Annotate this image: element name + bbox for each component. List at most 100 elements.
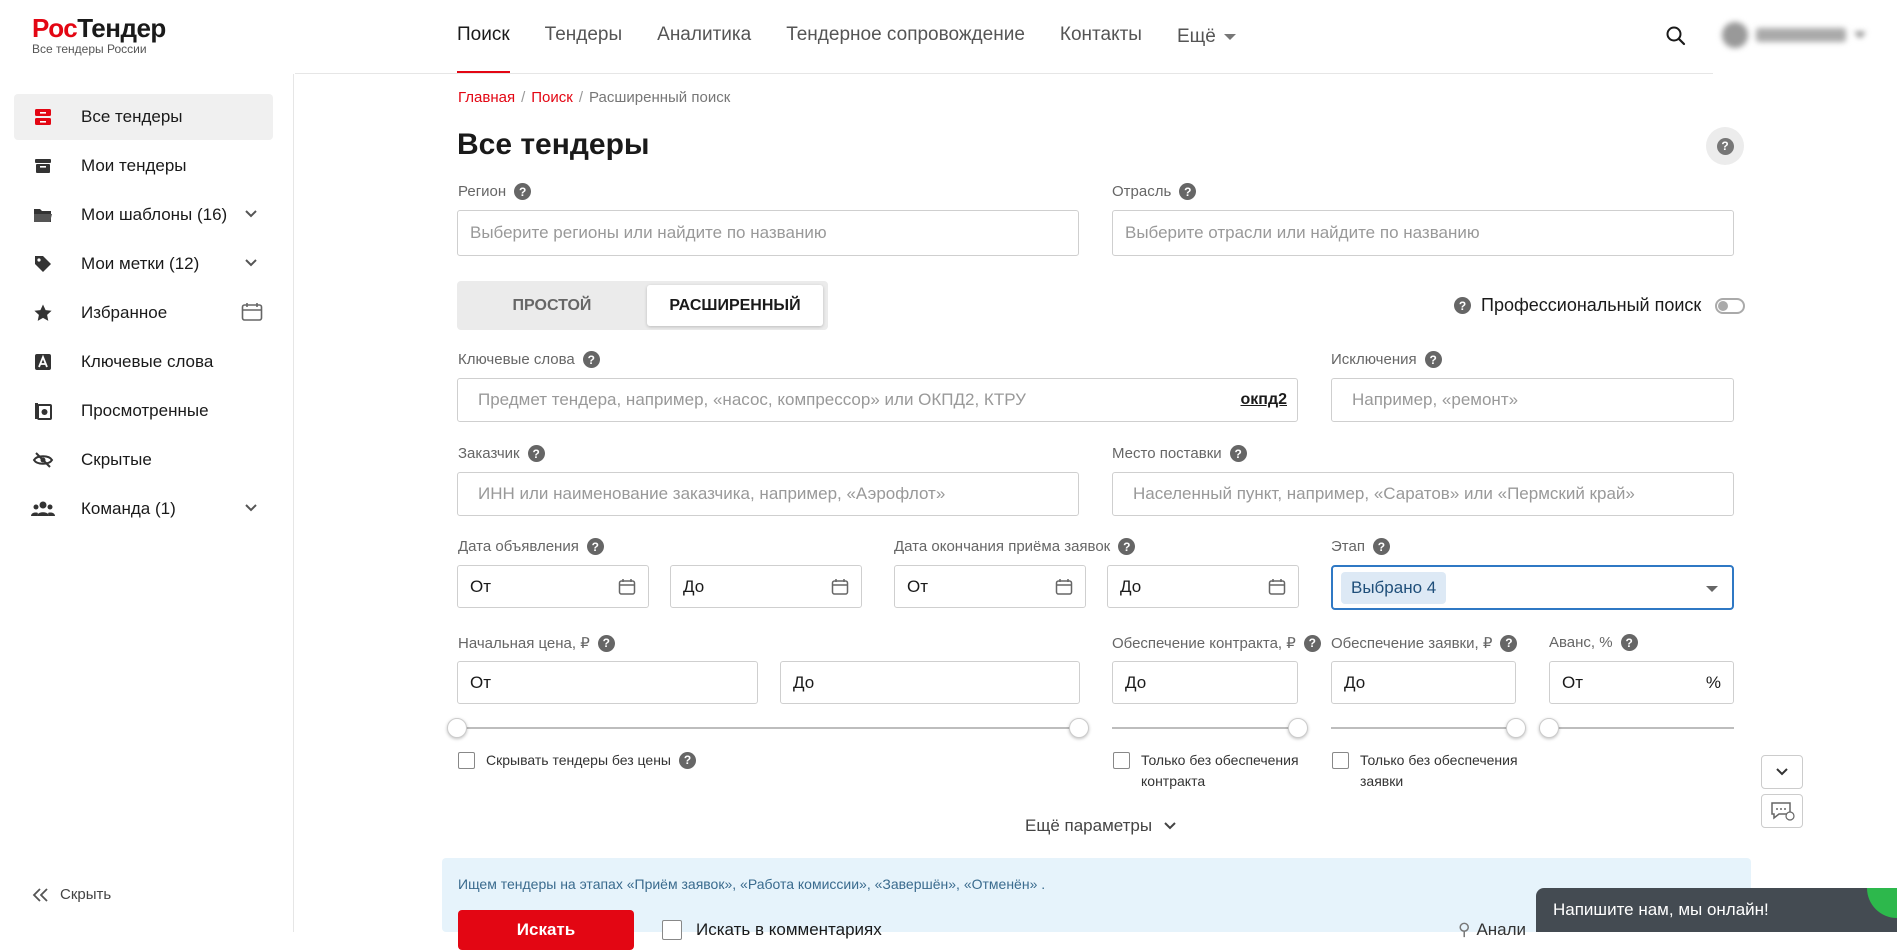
chat-bot-button[interactable]	[1761, 794, 1803, 828]
label-line: Только без обеспечения	[1141, 752, 1299, 768]
pubdate-label-text: Дата объявления	[458, 538, 579, 555]
help-icon[interactable]: ?	[1620, 634, 1638, 651]
help-button[interactable]: ?	[1706, 127, 1744, 165]
sidebar-item-viewed[interactable]: Просмотренные	[14, 388, 273, 434]
advance-input[interactable]: От%	[1549, 661, 1734, 704]
calendar-icon[interactable]	[1055, 578, 1073, 596]
price-from-input[interactable]: От	[457, 661, 758, 704]
nav-tenders[interactable]: Тендеры	[545, 0, 622, 74]
nav-more-label: Ещё	[1176, 26, 1216, 47]
keywords-input[interactable]: Предмет тендера, например, «насос, компр…	[457, 378, 1298, 422]
help-icon[interactable]: ?	[527, 445, 545, 462]
price-slider[interactable]	[447, 718, 1089, 738]
checkbox[interactable]	[1113, 752, 1130, 769]
application-security-input[interactable]: До	[1331, 661, 1516, 704]
help-icon[interactable]: ?	[1500, 634, 1518, 652]
pubdate-to-input[interactable]: До	[670, 565, 862, 608]
application-security-slider[interactable]	[1331, 718, 1526, 738]
breadcrumb-search[interactable]: Поиск	[531, 89, 573, 106]
sidebar-item-all-tenders[interactable]: Все тендеры	[14, 94, 273, 140]
tab-advanced[interactable]: РАСШИРЕННЫЙ	[647, 285, 823, 326]
chat-widget[interactable]: Напишите нам, мы онлайн!	[1536, 888, 1897, 932]
sidebar-item-favorites[interactable]: Избранное	[14, 290, 273, 336]
application-security-label-text: Обеспечение заявки, ₽	[1331, 635, 1493, 652]
calendar-icon[interactable]	[241, 302, 263, 322]
sidebar-item-hidden[interactable]: Скрытые	[14, 437, 273, 483]
calendar-icon[interactable]	[831, 578, 849, 596]
enddate-to-text: До	[1120, 576, 1142, 596]
only-no-contract-security-checkbox[interactable]: Только без обеспечения контракта	[1113, 750, 1299, 792]
sidebar-item-team[interactable]: Команда (1)	[14, 486, 273, 532]
scroll-down-button[interactable]	[1761, 755, 1803, 789]
sidebar-item-keywords[interactable]: Ключевые слова	[14, 339, 273, 385]
exclusions-input[interactable]: Например, «ремонт»	[1331, 378, 1734, 422]
search-icon[interactable]	[1664, 24, 1688, 48]
help-icon[interactable]: ?	[1229, 445, 1247, 462]
help-icon[interactable]: ?	[514, 183, 532, 200]
sidebar-item-my-tenders[interactable]: Мои тендеры	[14, 143, 273, 189]
okpd2-link[interactable]: окпд2	[1241, 391, 1288, 409]
caret-down-icon	[1223, 34, 1236, 40]
calendar-icon[interactable]	[618, 578, 636, 596]
sidebar-item-templates[interactable]: Мои шаблоны (16)	[14, 192, 273, 238]
help-icon[interactable]: ?	[1303, 634, 1321, 652]
advance-slider[interactable]	[1539, 718, 1734, 738]
slider-handle[interactable]	[1506, 718, 1526, 738]
analytics-link[interactable]: ⚲ Анали	[1458, 920, 1526, 940]
stage-select[interactable]: Выбрано 4	[1331, 565, 1734, 610]
price-to-input[interactable]: До	[780, 661, 1080, 704]
contract-security-input[interactable]: До	[1112, 661, 1298, 704]
more-params-label: Ещё параметры	[1025, 816, 1153, 835]
nav-support[interactable]: Тендерное сопровождение	[786, 0, 1025, 74]
industry-input[interactable]: Выберите отрасли или найдите по названию	[1112, 210, 1734, 256]
checkbox[interactable]	[662, 920, 682, 940]
user-menu[interactable]	[1722, 22, 1866, 48]
nav-analytics[interactable]: Аналитика	[657, 0, 751, 74]
help-icon[interactable]: ?	[1118, 538, 1136, 555]
chevron-down-icon[interactable]	[243, 255, 259, 271]
checkbox[interactable]	[458, 752, 475, 769]
delivery-input[interactable]: Населенный пункт, например, «Саратов» ил…	[1112, 472, 1734, 516]
help-icon[interactable]: ?	[597, 634, 615, 652]
pro-search-toggle[interactable]	[1715, 297, 1746, 314]
help-icon[interactable]: ?	[1179, 183, 1197, 200]
checkbox[interactable]	[1332, 752, 1349, 769]
nav-search[interactable]: Поиск	[457, 0, 510, 74]
help-icon[interactable]: ?	[586, 538, 604, 555]
enddate-label-text: Дата окончания приёма заявок	[894, 538, 1111, 555]
chevron-down-icon[interactable]	[243, 206, 259, 222]
help-icon[interactable]: ?	[1424, 351, 1442, 368]
pubdate-from-text: От	[470, 576, 492, 596]
logo[interactable]: РосТендер Все тендеры России	[32, 14, 166, 56]
help-icon[interactable]: ?	[582, 351, 600, 368]
tab-simple[interactable]: ПРОСТОЙ	[457, 281, 647, 330]
slider-handle-max[interactable]	[1069, 718, 1089, 738]
search-comments-checkbox[interactable]: Искать в комментариях	[662, 920, 882, 940]
slider-handle[interactable]	[1288, 718, 1308, 738]
sidebar-collapse-button[interactable]: Скрыть	[32, 886, 111, 903]
customer-input[interactable]: ИНН или наименование заказчика, например…	[457, 472, 1079, 516]
search-button[interactable]: Искать	[458, 910, 634, 950]
sidebar-item-label: Просмотренные	[81, 401, 209, 420]
nav-contacts[interactable]: Контакты	[1060, 0, 1142, 74]
breadcrumb-home[interactable]: Главная	[458, 89, 515, 106]
help-icon[interactable]: ?	[1454, 297, 1471, 314]
more-params-button[interactable]: Ещё параметры	[1025, 816, 1178, 836]
enddate-from-input[interactable]: От	[894, 565, 1086, 608]
region-input[interactable]: Выберите регионы или найдите по названию	[457, 210, 1079, 256]
calendar-icon[interactable]	[1268, 578, 1286, 596]
hide-no-price-checkbox[interactable]: Скрывать тендеры без цены?	[458, 750, 696, 771]
enddate-to-input[interactable]: До	[1107, 565, 1299, 608]
help-icon[interactable]: ?	[1372, 538, 1390, 555]
viewed-icon	[30, 398, 56, 424]
chevron-down-icon[interactable]	[243, 500, 259, 516]
nav-more[interactable]: Ещё	[1177, 0, 1236, 74]
application-security-label: Обеспечение заявки, ₽?	[1331, 634, 1518, 652]
only-no-application-security-checkbox[interactable]: Только без обеспечения заявки	[1332, 750, 1518, 792]
contract-security-slider[interactable]	[1112, 718, 1308, 738]
slider-handle[interactable]	[1539, 718, 1559, 738]
help-icon[interactable]: ?	[679, 752, 696, 769]
pubdate-from-input[interactable]: От	[457, 565, 649, 608]
slider-handle-min[interactable]	[447, 718, 467, 738]
sidebar-item-tags[interactable]: Мои метки (12)	[14, 241, 273, 287]
